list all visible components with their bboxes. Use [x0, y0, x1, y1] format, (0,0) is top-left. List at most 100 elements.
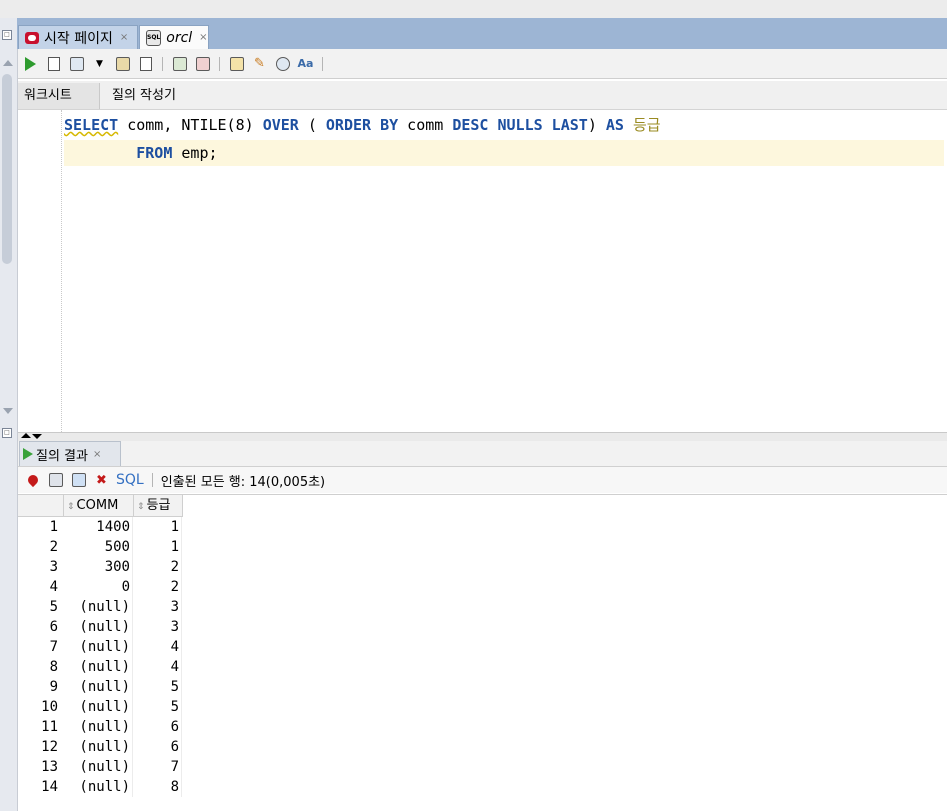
- cell-grade[interactable]: 5: [135, 677, 182, 697]
- sort-icon[interactable]: ⇕: [137, 502, 145, 512]
- explain-plan-button[interactable]: [137, 55, 154, 72]
- close-icon[interactable]: ×: [93, 449, 101, 460]
- collapse-down-icon[interactable]: [32, 434, 42, 439]
- cell-comm[interactable]: 0: [66, 577, 133, 597]
- refresh-button[interactable]: [70, 472, 87, 489]
- cell-comm[interactable]: (null): [66, 757, 133, 777]
- table-row[interactable]: 14 (null) 8: [18, 777, 183, 797]
- tab-start-page[interactable]: 시작 페이지 ×: [18, 25, 138, 49]
- cell-comm[interactable]: 500: [66, 537, 133, 557]
- history-icon: [275, 56, 290, 71]
- result-toolbar: ✖ SQL 인출된 모든 행: 14(0,005초): [18, 467, 947, 493]
- database-icon: [69, 56, 84, 71]
- cell-comm[interactable]: 1400: [66, 517, 133, 537]
- code-text: NTILE(: [181, 116, 236, 134]
- sql-link[interactable]: SQL: [116, 472, 144, 488]
- cell-comm[interactable]: (null): [66, 657, 133, 677]
- tab-start-page-label: 시작 페이지: [44, 30, 113, 47]
- cell-grade[interactable]: 3: [135, 597, 182, 617]
- table-row[interactable]: 5 (null) 3: [18, 597, 183, 617]
- close-icon[interactable]: ×: [120, 32, 128, 43]
- cell-comm[interactable]: 300: [66, 557, 133, 577]
- table-row[interactable]: 11 (null) 6: [18, 717, 183, 737]
- tab-query-result[interactable]: 질의 결과 ×: [19, 441, 121, 466]
- unshared-sql-button[interactable]: [228, 55, 245, 72]
- table-row[interactable]: 2 500 1: [18, 537, 183, 557]
- table-row[interactable]: 12 (null) 6: [18, 737, 183, 757]
- table-row[interactable]: 9 (null) 5: [18, 677, 183, 697]
- cell-grade[interactable]: 4: [135, 637, 182, 657]
- cell-grade[interactable]: 7: [135, 757, 182, 777]
- tab-orcl[interactable]: SQL orcl ×: [139, 25, 209, 49]
- cancel-button[interactable]: ✖: [93, 472, 110, 489]
- cell-comm[interactable]: (null): [66, 637, 133, 657]
- table-row[interactable]: 402: [18, 577, 183, 597]
- sql-tuning-button[interactable]: [194, 55, 211, 72]
- autotrace-button[interactable]: [171, 55, 188, 72]
- commit-button[interactable]: [68, 55, 85, 72]
- row-number: 7: [49, 639, 58, 655]
- cell-comm[interactable]: (null): [66, 777, 133, 797]
- restore-icon[interactable]: □: [2, 30, 12, 40]
- cell-comm[interactable]: (null): [66, 597, 133, 617]
- table-row[interactable]: 3 300 2: [18, 557, 183, 577]
- cell-comm[interactable]: (null): [66, 617, 133, 637]
- table-row[interactable]: 10 (null) 5: [18, 697, 183, 717]
- table-row[interactable]: 7 (null) 4: [18, 637, 183, 657]
- tab-worksheet[interactable]: 워크시트: [18, 83, 100, 109]
- cell-grade[interactable]: 1: [135, 537, 182, 557]
- cancel-icon: ✖: [96, 472, 107, 488]
- worksheet-subtabs: 워크시트 질의 작성기: [18, 81, 947, 110]
- cell-grade[interactable]: 2: [135, 557, 182, 577]
- sort-icon[interactable]: ⇕: [67, 502, 75, 512]
- cell-grade[interactable]: 3: [135, 617, 182, 637]
- print-button[interactable]: [47, 472, 64, 489]
- refresh-icon: [71, 473, 86, 487]
- column-header-grade[interactable]: ⇕ 등급: [134, 495, 183, 516]
- cell-grade[interactable]: 6: [135, 737, 182, 757]
- code-line-2[interactable]: FROM emp;: [64, 140, 944, 166]
- cell-grade[interactable]: 5: [135, 697, 182, 717]
- cell-grade[interactable]: 6: [135, 717, 182, 737]
- cell-grade[interactable]: 4: [135, 657, 182, 677]
- cell-grade[interactable]: 1: [135, 517, 182, 537]
- format-case-button[interactable]: Aa: [297, 55, 314, 72]
- print-icon: [48, 473, 63, 487]
- keyword-over: OVER: [262, 116, 299, 134]
- table-row[interactable]: 13 (null) 7: [18, 757, 183, 777]
- cell-comm[interactable]: (null): [66, 697, 133, 717]
- keyword-select: SELECT: [64, 116, 119, 134]
- restore-icon[interactable]: □: [2, 428, 12, 438]
- tab-query-builder[interactable]: 질의 작성기: [106, 83, 182, 109]
- cell-comm[interactable]: (null): [66, 717, 133, 737]
- clear-button[interactable]: ✎: [251, 55, 268, 72]
- code-line-1[interactable]: SELECT comm, NTILE(8) OVER ( ORDER BY co…: [64, 112, 944, 138]
- left-scrollbar-thumb[interactable]: [2, 74, 12, 264]
- cell-comm[interactable]: (null): [66, 737, 133, 757]
- dropdown-button[interactable]: ▼: [91, 55, 108, 72]
- run-script-button[interactable]: [45, 55, 62, 72]
- history-button[interactable]: [274, 55, 291, 72]
- table-row[interactable]: 6 (null) 3: [18, 617, 183, 637]
- table-row[interactable]: 8 (null) 4: [18, 657, 183, 677]
- run-statement-button[interactable]: [22, 55, 39, 72]
- cell-comm[interactable]: (null): [66, 677, 133, 697]
- collapse-up-icon[interactable]: [21, 433, 31, 438]
- rollback-button[interactable]: [114, 55, 131, 72]
- freeze-view-button[interactable]: [24, 472, 41, 489]
- sql-editor[interactable]: SELECT comm, NTILE(8) OVER ( ORDER BY co…: [18, 110, 947, 432]
- cell-grade[interactable]: 8: [135, 777, 182, 797]
- explain-icon: [139, 56, 152, 71]
- scroll-down-icon[interactable]: [3, 408, 13, 414]
- toolbar-separator: [219, 56, 220, 71]
- table-row[interactable]: 1 1400 1: [18, 517, 183, 537]
- scroll-up-icon[interactable]: [3, 60, 13, 66]
- gutter-divider: [61, 110, 62, 432]
- keyword-from: FROM: [136, 144, 173, 162]
- column-header-comm[interactable]: ⇕ COMM: [64, 495, 134, 516]
- close-icon[interactable]: ×: [199, 32, 207, 43]
- result-grid[interactable]: ⇕ COMM ⇕ 등급 1 1400 1 2 500 1 3 300 2 4 0 2 5 (null) 3 6 (n…: [18, 494, 947, 812]
- cell-grade[interactable]: 2: [135, 577, 182, 597]
- row-number: 6: [49, 619, 58, 635]
